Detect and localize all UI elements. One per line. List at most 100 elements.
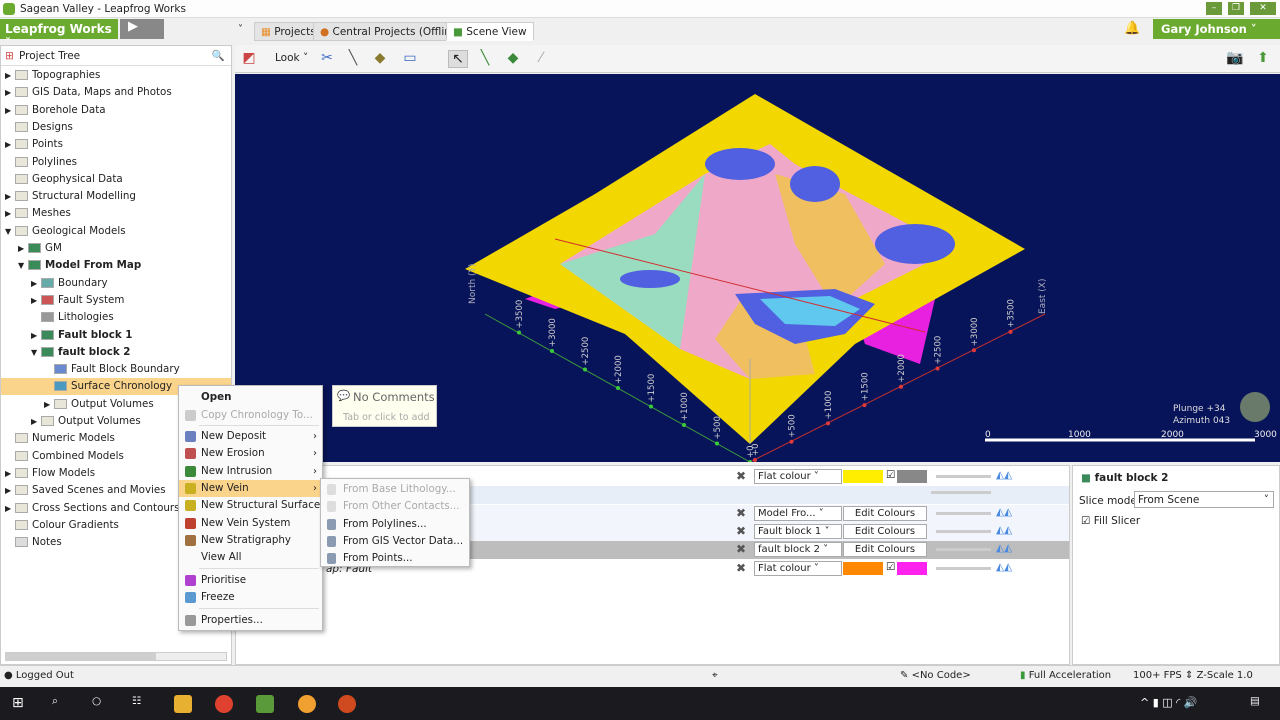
tree-item[interactable]: ▶ Saved Scenes and Movies (5, 482, 166, 499)
visibility-icon[interactable]: ◭◭ (996, 469, 1012, 481)
tree-item[interactable]: ▶ GM (18, 240, 62, 257)
tree-item[interactable]: ▶ Fault block 1 (31, 327, 132, 344)
menu-item[interactable]: New Vein System (179, 515, 322, 532)
upload-icon[interactable]: ⬆ (1253, 50, 1273, 68)
user-menu[interactable]: Gary Johnson ˅ (1153, 19, 1280, 39)
camera-icon[interactable]: 📷 (1225, 50, 1245, 68)
edit-colours-button[interactable]: Edit Colours (843, 542, 927, 557)
tree-item[interactable]: Lithologies (31, 309, 114, 326)
tree-item[interactable]: ▶ Points (5, 136, 63, 153)
expand-arrow-icon[interactable]: ▶ (5, 102, 15, 119)
menu-item[interactable]: New Structural Surface (179, 497, 322, 514)
expand-arrow-icon[interactable]: ▶ (31, 292, 41, 309)
checkbox[interactable]: ☑ (886, 469, 895, 481)
notifications-icon[interactable]: ▤ (1250, 695, 1260, 707)
fill-slicer-checkbox[interactable]: ☑ Fill Slicer (1081, 515, 1140, 527)
opacity-slider[interactable] (936, 512, 991, 515)
expand-arrow-icon[interactable]: ▶ (5, 482, 15, 499)
colour-swatch-2[interactable] (897, 562, 927, 575)
tree-item[interactable]: ▶ Boundary (31, 275, 108, 292)
colour-mode-select[interactable]: Flat colour ˅ (754, 469, 842, 484)
close-button[interactable]: ✕ (1250, 2, 1276, 15)
leapfrog-works-menu[interactable]: Leapfrog Works ˅ (0, 19, 118, 50)
system-tray-icons[interactable]: ^ ▮ ◫ ◜ 🔊 (1140, 696, 1198, 709)
play-button[interactable]: ▶ (120, 19, 164, 39)
expand-arrow-icon[interactable]: ▶ (44, 396, 54, 413)
polygon-icon[interactable]: ◆ (503, 50, 523, 68)
submenu-item[interactable]: From Points... (321, 550, 469, 567)
tree-item[interactable]: ▶ Meshes (5, 205, 71, 222)
tree-item[interactable]: ▶ Borehole Data (5, 102, 106, 119)
edit-colours-button[interactable]: Edit Colours (843, 506, 927, 521)
draw-line-icon[interactable]: ╲ (475, 50, 495, 68)
tree-item[interactable]: Polylines (5, 154, 77, 171)
tree-item[interactable]: ▶ Structural Modelling (5, 188, 136, 205)
tree-item[interactable]: Geophysical Data (5, 171, 123, 188)
remove-icon[interactable]: ✖ (736, 542, 746, 556)
colour-mode-select[interactable]: Fault block 1 ˅ (754, 524, 842, 539)
code-status[interactable]: ✎ <No Code> (900, 670, 971, 681)
menu-item[interactable]: New Intrusion › (179, 463, 322, 480)
tree-item[interactable]: ▼ fault block 2 (31, 344, 130, 361)
scene-settings-icon[interactable]: ◩ (239, 50, 259, 68)
visibility-icon[interactable]: ◭◭ (996, 542, 1012, 554)
expand-arrow-icon[interactable]: ▶ (5, 465, 15, 482)
search-icon[interactable]: ⌕ (52, 695, 70, 713)
ruler-icon[interactable]: ╲ (343, 50, 363, 68)
expand-arrow-icon[interactable]: ▶ (5, 67, 15, 84)
expand-arrow-icon[interactable]: ▶ (5, 500, 15, 517)
tree-item[interactable]: Notes (5, 534, 62, 551)
section-icon[interactable]: ◆ (370, 50, 390, 68)
chrome-icon[interactable] (215, 695, 233, 713)
expand-arrow-icon[interactable]: ▶ (31, 327, 41, 344)
expand-arrow-icon[interactable]: ▶ (5, 136, 15, 153)
tree-item[interactable]: ▶ Flow Models (5, 465, 95, 482)
expand-arrow-icon[interactable]: ▶ (18, 240, 28, 257)
tree-item[interactable]: ▶ Cross Sections and Contours (5, 500, 180, 517)
expanded-arrow-icon[interactable]: ▼ (31, 344, 41, 361)
tree-item[interactable]: Numeric Models (5, 430, 115, 447)
file-explorer-icon[interactable] (174, 695, 192, 713)
windows-start-icon[interactable]: ⊞ (12, 695, 30, 713)
tree-item[interactable]: ▼ Geological Models (5, 223, 126, 240)
remove-icon[interactable]: ✖ (736, 524, 746, 538)
expand-arrow-icon[interactable]: ▶ (5, 188, 15, 205)
slice-mode-select[interactable]: From Scene ˅ (1134, 491, 1274, 508)
leapfrog-icon[interactable] (256, 695, 274, 713)
cortana-icon[interactable]: ○ (92, 695, 110, 713)
app-icon[interactable] (298, 695, 316, 713)
tree-item[interactable]: Fault Block Boundary (44, 361, 180, 378)
tabs-dropdown-icon[interactable]: ˅ (238, 24, 243, 35)
submenu-item[interactable]: From Polylines... (321, 516, 469, 533)
task-view-icon[interactable]: ☷ (132, 695, 150, 713)
opacity-slider[interactable] (936, 475, 991, 478)
remove-icon[interactable]: ✖ (736, 469, 746, 483)
tree-item[interactable]: ▶ Output Volumes (44, 396, 154, 413)
bell-icon[interactable]: 🔔 (1124, 21, 1140, 36)
tree-item[interactable]: Combined Models (5, 448, 124, 465)
menu-item[interactable]: Open (179, 389, 322, 406)
expanded-arrow-icon[interactable]: ▼ (5, 223, 15, 240)
colour-mode-select[interactable]: Flat colour ˅ (754, 561, 842, 576)
z-scale[interactable]: ⇕ Z-Scale 1.0 (1185, 670, 1253, 681)
expand-arrow-icon[interactable]: ▶ (31, 275, 41, 292)
menu-item[interactable]: Properties... (179, 612, 322, 629)
tree-item[interactable]: ▼ Model From Map (18, 257, 141, 274)
tree-horizontal-scrollbar[interactable] (5, 652, 227, 661)
minimize-button[interactable]: – (1206, 2, 1222, 15)
pencil-icon[interactable]: ⁄ (531, 50, 551, 68)
edit-colours-button[interactable]: Edit Colours (843, 524, 927, 539)
expand-arrow-icon[interactable]: ▶ (5, 84, 15, 101)
tree-item[interactable]: Colour Gradients (5, 517, 119, 534)
menu-item[interactable]: New Vein › (179, 480, 322, 497)
menu-item[interactable]: Prioritise (179, 572, 322, 589)
tree-item[interactable]: ▶ GIS Data, Maps and Photos (5, 84, 172, 101)
split-view-icon[interactable]: ▭ (400, 50, 420, 68)
opacity-slider[interactable] (936, 548, 991, 551)
tree-item[interactable]: ▶ Output Volumes (31, 413, 141, 430)
tree-item[interactable]: Designs (5, 119, 73, 136)
menu-item[interactable]: New Erosion › (179, 445, 322, 462)
select-pointer-icon[interactable]: ↖ (448, 50, 468, 68)
expanded-arrow-icon[interactable]: ▼ (18, 257, 28, 274)
slicer-icon[interactable]: ✂ (317, 50, 337, 68)
